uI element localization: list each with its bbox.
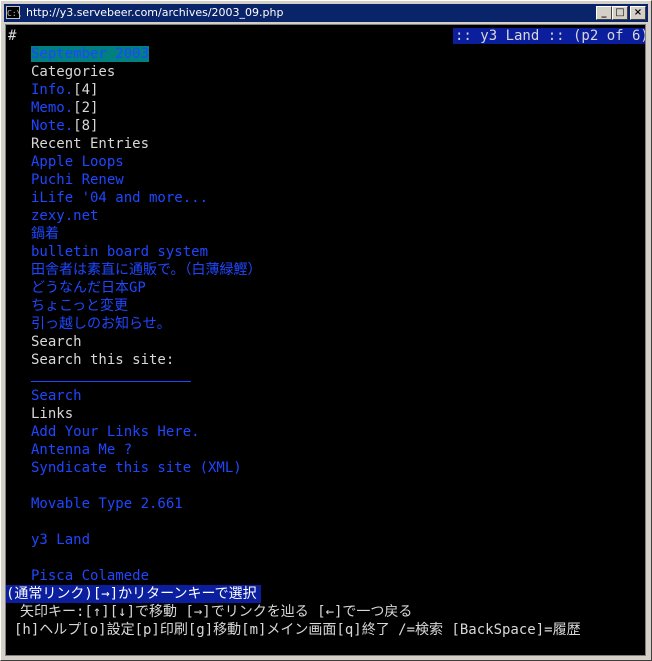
link-item[interactable]: Syndicate this site (XML) <box>31 459 242 477</box>
maximize-button[interactable]: □ <box>612 6 628 20</box>
link-item[interactable]: Antenna Me ? <box>31 441 132 459</box>
search-label: Search this site: <box>31 352 175 368</box>
category-link[interactable]: Info. <box>31 82 73 98</box>
recent-entries-heading: Recent Entries <box>31 136 150 152</box>
search-button[interactable]: Search <box>31 387 82 405</box>
page-info: :: y3 Land :: (p2 of 6) <box>453 27 645 45</box>
recent-entry-link[interactable]: Puchi Renew <box>31 171 124 189</box>
page-info-text: :: y3 Land :: (p2 of 6) <box>453 28 645 44</box>
lynx-console: # :: y3 Land :: (p2 of 6) September 2003… <box>5 24 646 656</box>
category-row: Note.[8] <box>31 117 98 135</box>
partial-link[interactable]: Pisca Colamede <box>31 567 149 581</box>
recent-entry-link[interactable]: Apple Loops <box>31 153 124 171</box>
recent-entry-link[interactable]: 鍋着 <box>31 225 59 243</box>
search-heading: Search <box>31 334 82 350</box>
category-count: [2] <box>73 100 99 116</box>
category-count: [4] <box>73 82 99 98</box>
console-icon: C:\ <box>6 6 21 19</box>
links-heading: Links <box>31 406 74 422</box>
minimize-button[interactable]: _ <box>596 6 612 20</box>
movable-type-link[interactable]: Movable Type 2.661 <box>31 495 183 513</box>
category-link[interactable]: Note. <box>31 118 73 134</box>
help-line-2: [h]ヘルプ[o]設定[p]印刷[g]移動[m]メイン画面[q]終了 /=検索 … <box>14 622 581 638</box>
search-input[interactable] <box>31 381 191 382</box>
site-home-link[interactable]: y3 Land <box>31 531 90 549</box>
recent-entry-link[interactable]: 田舎者は素直に通販で。（白薄緑鰹） <box>31 261 261 279</box>
category-row: Info.[4] <box>31 81 98 99</box>
recent-entry-link[interactable]: 引っ越しのお知らせ。 <box>31 315 171 333</box>
window-title: http://y3.servebeer.com/archives/2003_09… <box>26 6 284 19</box>
recent-entry-link[interactable]: どうなんだ日本GP <box>31 279 146 297</box>
recent-entry-link[interactable]: iLife '04 and more... <box>31 189 208 207</box>
recent-entry-link[interactable]: bulletin board system <box>31 243 208 261</box>
close-button[interactable]: × <box>630 6 646 20</box>
status-mode-line: (通常リンク)[→]かリターンキーで選択 <box>6 585 261 603</box>
category-row: Memo.[2] <box>31 99 98 117</box>
top-marker: # <box>8 28 17 44</box>
title-bar[interactable]: C:\ http://y3.servebeer.com/archives/200… <box>4 4 648 22</box>
recent-entry-link[interactable]: ちょこっと変更 <box>31 297 128 315</box>
browser-window: C:\ http://y3.servebeer.com/archives/200… <box>0 0 652 661</box>
category-link[interactable]: Memo. <box>31 100 73 116</box>
category-count: [8] <box>73 118 99 134</box>
current-month-link[interactable]: September 2003 <box>31 46 150 62</box>
help-line-1: 矢印キー:[↑][↓]で移動 [→]でリンクを辿る [←]で一つ戻る <box>20 604 413 620</box>
categories-heading: Categories <box>31 64 116 80</box>
link-item[interactable]: Add Your Links Here. <box>31 423 200 441</box>
current-month-row: September 2003 <box>31 45 150 63</box>
recent-entry-link[interactable]: zexy.net <box>31 207 98 225</box>
